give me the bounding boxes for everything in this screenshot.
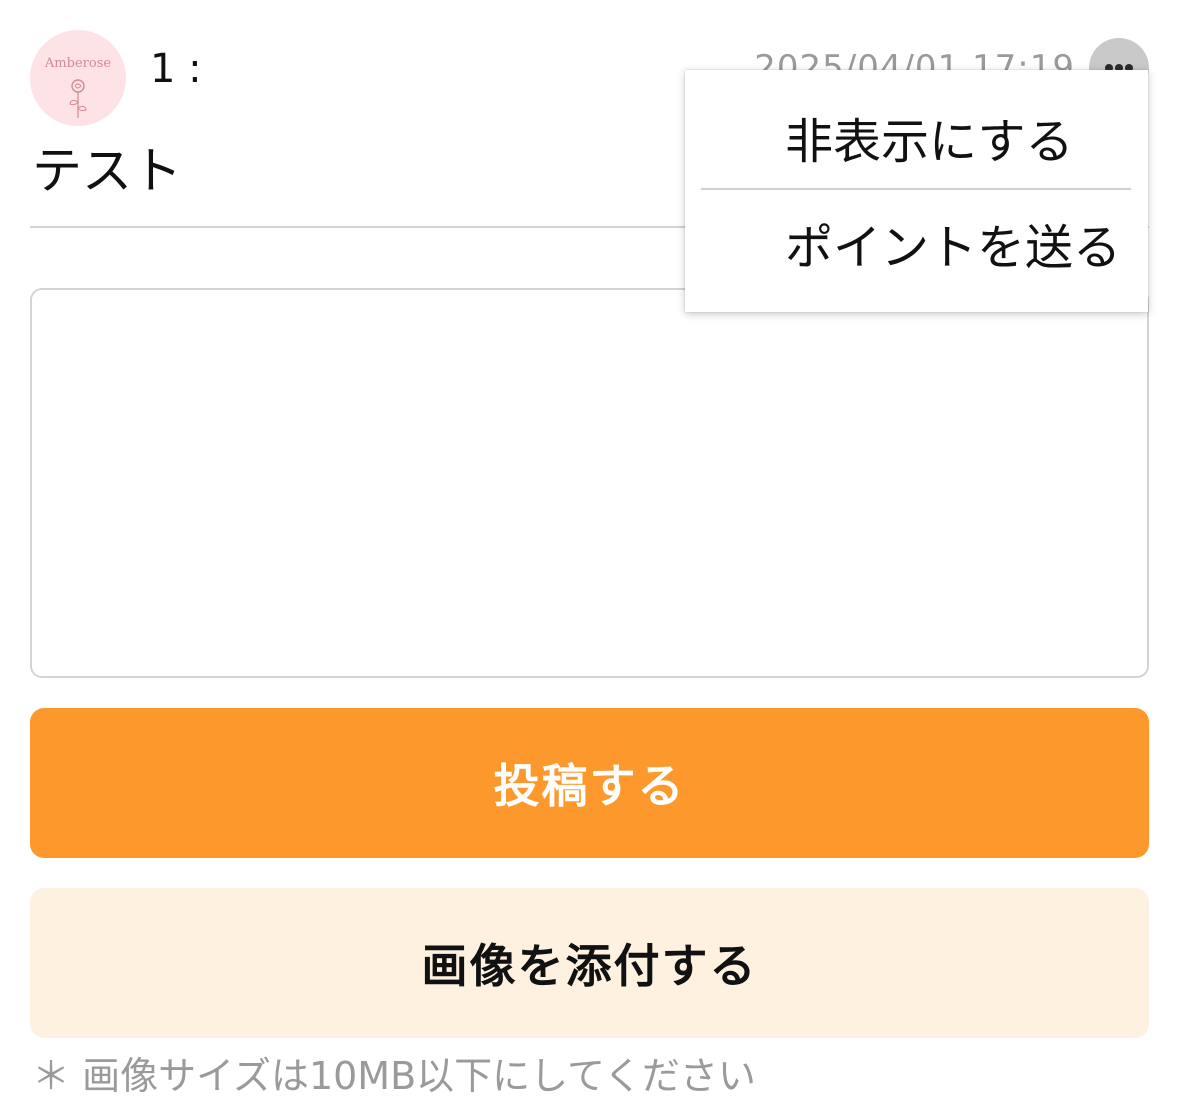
avatar-brand-text: Amberose	[44, 56, 112, 71]
menu-item-send-points[interactable]: ポイントを送る	[685, 180, 1148, 290]
image-size-note: ＊ 画像サイズは10MB以下にしてください	[32, 1054, 756, 1098]
avatar[interactable]: Amberose	[30, 30, 126, 126]
post-button[interactable]: 投稿する	[30, 708, 1149, 858]
options-dropdown-menu: 非表示にする ポイントを送る	[685, 70, 1148, 312]
rose-icon	[69, 79, 87, 118]
attach-image-button[interactable]: 画像を添付する	[30, 888, 1149, 1038]
post-body: テスト	[32, 142, 182, 200]
menu-item-hide[interactable]: 非表示にする	[685, 74, 1148, 184]
reply-textarea[interactable]	[30, 288, 1149, 678]
page: Amberose 1 : 2025/04/01 17:19 テスト 投稿する 画…	[0, 0, 1179, 1113]
menu-item-label: 非表示にする	[785, 114, 1074, 170]
post-number: 1 :	[150, 46, 202, 92]
menu-item-label: ポイントを送る	[785, 220, 1122, 276]
